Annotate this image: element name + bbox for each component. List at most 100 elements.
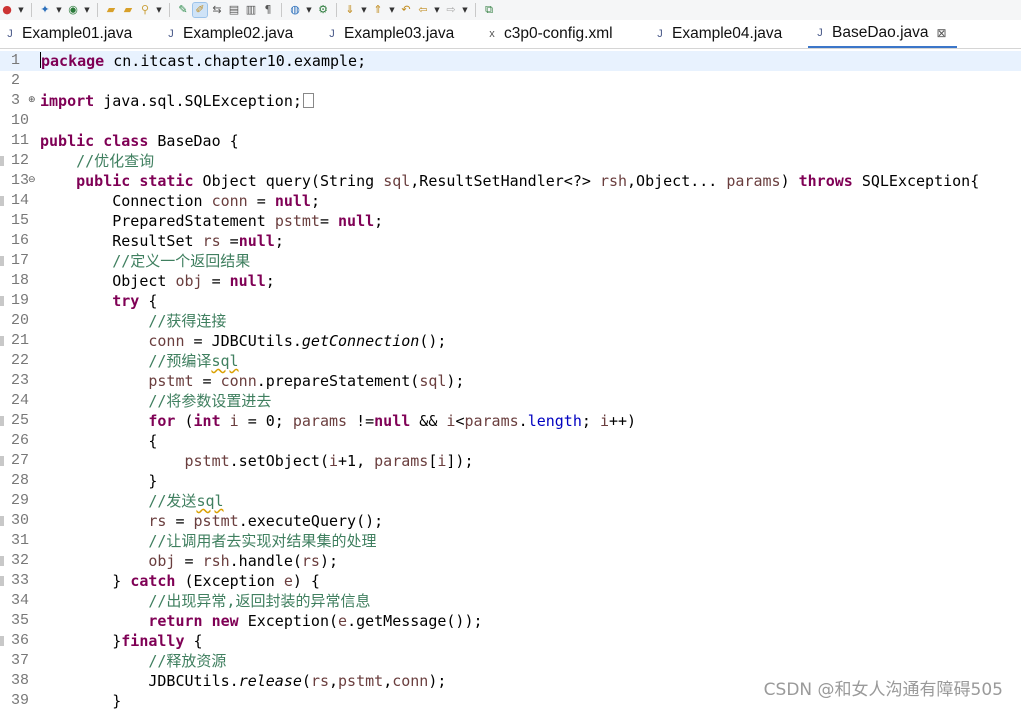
code-line[interactable]: 19 try {	[0, 291, 1021, 311]
show-whitespace-icon[interactable]: ¶	[261, 3, 275, 17]
code-token: (	[301, 672, 311, 690]
code-line[interactable]: 3 ⊕ import java.sql.SQLException;	[0, 91, 1021, 111]
code-line[interactable]: 16 ResultSet rs =null;	[0, 231, 1021, 251]
code-token: e	[338, 612, 348, 630]
code-line[interactable]: 32 obj = rsh.handle(rs);	[0, 551, 1021, 571]
code-token: params	[464, 412, 519, 430]
code-token: =	[247, 192, 275, 210]
code-line[interactable]: 18 Object obj = null;	[0, 271, 1021, 291]
code-line[interactable]: 27 pstmt.setObject(i+1, params[i]);	[0, 451, 1021, 471]
code-line[interactable]: 23 pstmt = conn.prepareStatement(sql);	[0, 371, 1021, 391]
code-line[interactable]: 14 Connection conn = null;	[0, 191, 1021, 211]
code-token: finally	[121, 632, 185, 650]
tab-example02[interactable]: J Example02.java	[165, 20, 293, 48]
tab-c3p0-config[interactable]: x c3p0-config.xml	[486, 20, 612, 48]
code-token: ;	[265, 272, 275, 290]
code-line[interactable]: 13 ⊖ public static Object query(String sq…	[0, 171, 1021, 191]
code-line[interactable]: 33 } catch (Exception e) {	[0, 571, 1021, 591]
code-line[interactable]: 25 for (int i = 0; params !=null && i<pa…	[0, 411, 1021, 431]
code-line[interactable]: 36 }finally {	[0, 631, 1021, 651]
code-line[interactable]: 15 PreparedStatement pstmt= null;	[0, 211, 1021, 231]
code-token: (Exception	[175, 572, 284, 590]
code-line[interactable]: 30 rs = pstmt.executeQuery();	[0, 511, 1021, 531]
code-line[interactable]: 1 package cn.itcast.chapter10.example;	[0, 51, 1021, 71]
chevron-down-icon[interactable]: ▼	[305, 3, 313, 17]
code-token: ;	[374, 212, 384, 230]
code-line[interactable]: 37 //释放资源	[0, 651, 1021, 671]
prev-edit-icon[interactable]: ⇑	[371, 3, 385, 17]
chevron-down-icon[interactable]: ▼	[55, 3, 63, 17]
code-line[interactable]: 22 //预编译sql	[0, 351, 1021, 371]
code-text: } catch (Exception e) {	[40, 571, 320, 591]
chevron-down-icon[interactable]: ▼	[388, 3, 396, 17]
code-line[interactable]: 17 //定义一个返回结果	[0, 251, 1021, 271]
tab-label: Example03.java	[344, 25, 455, 42]
next-edit-icon[interactable]: ⇓	[343, 3, 357, 17]
expand-icon[interactable]: ⊕	[28, 95, 36, 105]
main-toolbar: ● ▼ ✦ ▼ ◉ ▼ ▰ ▰ ⚲ ▼ ✎ ✐ ⇆ ▤ ▥ ¶ ◍ ▼ ⚙ ⇓ ▼ ⇑ ▼ ↶…	[0, 0, 1021, 20]
chevron-down-icon[interactable]: ▼	[83, 3, 91, 17]
code-line[interactable]: 34 //出现异常,返回封装的异常信息	[0, 591, 1021, 611]
tab-example04[interactable]: J Example04.java	[654, 20, 782, 48]
close-icon[interactable]: ⊠	[937, 26, 947, 40]
forward-icon[interactable]: ⇨	[444, 3, 458, 17]
code-line[interactable]: 21 conn = JDBCUtils.getConnection();	[0, 331, 1021, 351]
code-line[interactable]: 31 //让调用者去实现对结果集的处理	[0, 531, 1021, 551]
code-token: );	[319, 552, 339, 570]
open-folder-icon[interactable]: ▰	[104, 3, 118, 17]
tab-example01[interactable]: J Example01.java	[4, 20, 132, 48]
line-number: 2	[11, 72, 21, 89]
code-line[interactable]: 10	[0, 111, 1021, 131]
chevron-down-icon[interactable]: ▼	[433, 3, 441, 17]
web-browser-icon[interactable]: ◍	[288, 3, 302, 17]
open-type-icon[interactable]: ▰	[121, 3, 135, 17]
maximize-icon[interactable]: ⧉	[482, 3, 496, 17]
code-line[interactable]: 35 return new Exception(e.getMessage());	[0, 611, 1021, 631]
overview-marker	[0, 516, 4, 526]
chevron-down-icon[interactable]: ▼	[17, 3, 25, 17]
code-token: ) {	[292, 572, 320, 590]
tab-label: Example04.java	[672, 25, 783, 42]
line-number: 28	[11, 472, 30, 489]
toggle-breadcrumb-icon[interactable]: ▤	[227, 3, 241, 17]
code-token: //将参数设置进去	[148, 392, 272, 410]
toggle-block-icon[interactable]: ⇆	[210, 3, 224, 17]
last-edit-icon[interactable]: ↶	[399, 3, 413, 17]
code-line[interactable]: 26 {	[0, 431, 1021, 451]
collapsed-imports-marker[interactable]	[302, 93, 314, 108]
code-line[interactable]: 28 }	[0, 471, 1021, 491]
code-token: class	[103, 132, 149, 150]
tab-label: BaseDao.java	[832, 24, 929, 41]
debug-icon[interactable]: ●	[0, 3, 14, 17]
chevron-down-icon[interactable]: ▼	[360, 3, 368, 17]
code-line[interactable]: 12 //优化查询	[0, 151, 1021, 171]
java-file-icon: J	[817, 27, 823, 39]
code-text: ResultSet rs =null;	[40, 231, 284, 251]
next-annotation-icon[interactable]: ✎	[176, 3, 190, 17]
code-line[interactable]: 11 public class BaseDao {	[0, 131, 1021, 151]
search-icon[interactable]: ⚲	[138, 3, 152, 17]
external-tools-icon[interactable]: ⚙	[316, 3, 330, 17]
code-line[interactable]: 2	[0, 71, 1021, 91]
code-line[interactable]: 20 //获得连接	[0, 311, 1021, 331]
tab-basedao[interactable]: J BaseDao.java ⊠	[808, 20, 957, 48]
toggle-mark-icon[interactable]: ✐	[192, 2, 208, 18]
code-text: Object obj = null;	[40, 271, 275, 291]
line-number: 32	[11, 552, 30, 569]
collapse-icon[interactable]: ⊖	[28, 175, 36, 185]
code-line[interactable]: 24 //将参数设置进去	[0, 391, 1021, 411]
code-token: !=	[347, 412, 375, 430]
code-editor[interactable]: 1 package cn.itcast.chapter10.example; 2 3 ⊕…	[0, 50, 1021, 710]
new-java-project-icon[interactable]: ✦	[38, 3, 52, 17]
chevron-down-icon[interactable]: ▼	[155, 3, 163, 17]
new-class-icon[interactable]: ◉	[66, 3, 80, 17]
code-line[interactable]: 29 //发送sql	[0, 491, 1021, 511]
tab-example03[interactable]: J Example03.java	[326, 20, 454, 48]
code-token: ();	[419, 332, 447, 350]
chevron-down-icon[interactable]: ▼	[461, 3, 469, 17]
code-token: .	[518, 412, 528, 430]
back-icon[interactable]: ⇦	[416, 3, 430, 17]
line-number: 25	[11, 412, 30, 429]
show-source-icon[interactable]: ▥	[244, 3, 258, 17]
